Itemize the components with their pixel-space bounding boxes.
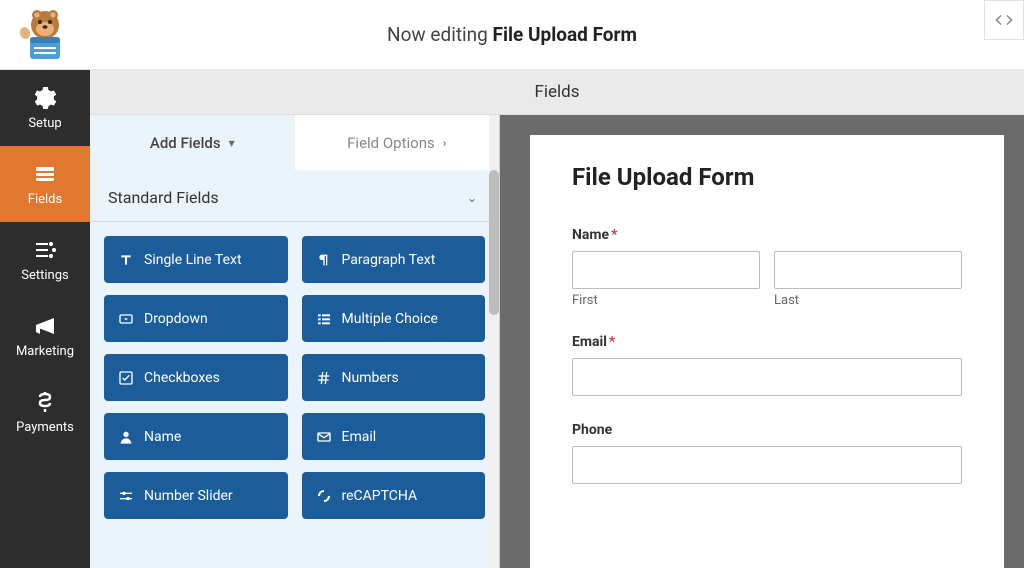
field-number-slider[interactable]: Number Slider	[104, 472, 288, 519]
field-checkboxes[interactable]: Checkboxes	[104, 354, 288, 401]
field-label: Checkboxes	[144, 370, 220, 386]
sidebar-item-fields[interactable]: Fields	[0, 146, 90, 222]
field-name[interactable]: Name	[104, 413, 288, 460]
sidebar-item-label: Settings	[21, 268, 68, 283]
page-title: Now editing File Upload Form	[387, 23, 637, 46]
first-name-input[interactable]	[572, 251, 760, 289]
person-icon	[118, 429, 134, 445]
fields-panel: Add Fields ▾ Field Options › Standard Fi…	[90, 115, 500, 568]
recaptcha-icon	[316, 488, 332, 504]
section-standard-fields[interactable]: Standard Fields ⌄	[90, 170, 495, 222]
sidebar-item-label: Fields	[28, 192, 62, 207]
panel-scrollbar-thumb[interactable]	[489, 170, 499, 315]
field-label: Dropdown	[144, 311, 208, 327]
required-asterisk: *	[611, 227, 617, 243]
label-email: Email*	[572, 334, 962, 350]
embed-code-button[interactable]	[984, 0, 1024, 40]
list-icon	[316, 311, 332, 327]
field-email[interactable]: Email	[302, 413, 486, 460]
sidebar-item-payments[interactable]: Payments	[0, 374, 90, 450]
field-dropdown[interactable]: Dropdown	[104, 295, 288, 342]
field-recaptcha[interactable]: reCAPTCHA	[302, 472, 486, 519]
field-label: Paragraph Text	[342, 252, 436, 268]
preview-wrap: File Upload Form Name* First Last Email*	[500, 115, 1024, 568]
field-numbers[interactable]: Numbers	[302, 354, 486, 401]
label-name: Name*	[572, 227, 962, 243]
chevron-right-icon: ›	[443, 136, 447, 150]
tab-label: Field Options	[347, 134, 435, 152]
section-header: Fields	[90, 70, 1024, 115]
tab-label: Add Fields	[150, 134, 221, 152]
main-sidebar: Setup Fields Settings Marketing Payments	[0, 70, 90, 568]
phone-input[interactable]	[572, 446, 962, 484]
form-preview: File Upload Form Name* First Last Email*	[530, 135, 1004, 568]
chevron-down-icon: ⌄	[467, 191, 477, 205]
field-paragraph-text[interactable]: Paragraph Text	[302, 236, 486, 283]
slider-icon	[118, 488, 134, 504]
checkbox-icon	[118, 370, 134, 386]
field-label: Multiple Choice	[342, 311, 438, 327]
section-title: Standard Fields	[108, 188, 219, 207]
sidebar-item-label: Marketing	[16, 344, 74, 359]
form-title: File Upload Form	[572, 163, 962, 191]
section-header-label: Fields	[534, 82, 579, 102]
text-icon	[118, 252, 134, 268]
name-row: First Last	[572, 251, 962, 308]
dropdown-icon	[118, 311, 134, 327]
last-name-input[interactable]	[774, 251, 962, 289]
paragraph-icon	[316, 252, 332, 268]
form-name: File Upload Form	[493, 23, 637, 46]
chevron-down-icon: ▾	[229, 136, 235, 150]
field-multiple-choice[interactable]: Multiple Choice	[302, 295, 486, 342]
first-sublabel: First	[572, 293, 760, 308]
hash-icon	[316, 370, 332, 386]
field-single-line-text[interactable]: Single Line Text	[104, 236, 288, 283]
sidebar-item-settings[interactable]: Settings	[0, 222, 90, 298]
panel-tabs: Add Fields ▾ Field Options ›	[90, 115, 499, 170]
label-phone: Phone	[572, 422, 962, 438]
tab-field-options[interactable]: Field Options ›	[295, 115, 500, 170]
field-label: Name	[144, 429, 181, 445]
field-label: Email	[342, 429, 377, 445]
envelope-icon	[316, 429, 332, 445]
field-label: Single Line Text	[144, 252, 242, 268]
field-grid: Single Line Text Paragraph Text Dropdown…	[90, 222, 499, 533]
last-sublabel: Last	[774, 293, 962, 308]
field-label: reCAPTCHA	[342, 488, 418, 504]
editing-prefix: Now editing	[387, 23, 493, 46]
sidebar-item-marketing[interactable]: Marketing	[0, 298, 90, 374]
top-bar: Now editing File Upload Form	[0, 0, 1024, 70]
sidebar-item-label: Payments	[16, 420, 74, 435]
field-label: Numbers	[342, 370, 399, 386]
required-asterisk: *	[609, 334, 615, 350]
email-input[interactable]	[572, 358, 962, 396]
sidebar-item-label: Setup	[28, 116, 61, 131]
brand-logo	[15, 5, 75, 65]
main-area: Add Fields ▾ Field Options › Standard Fi…	[90, 115, 1024, 568]
tab-add-fields[interactable]: Add Fields ▾	[90, 115, 295, 170]
sidebar-item-setup[interactable]: Setup	[0, 70, 90, 146]
field-label: Number Slider	[144, 488, 233, 504]
